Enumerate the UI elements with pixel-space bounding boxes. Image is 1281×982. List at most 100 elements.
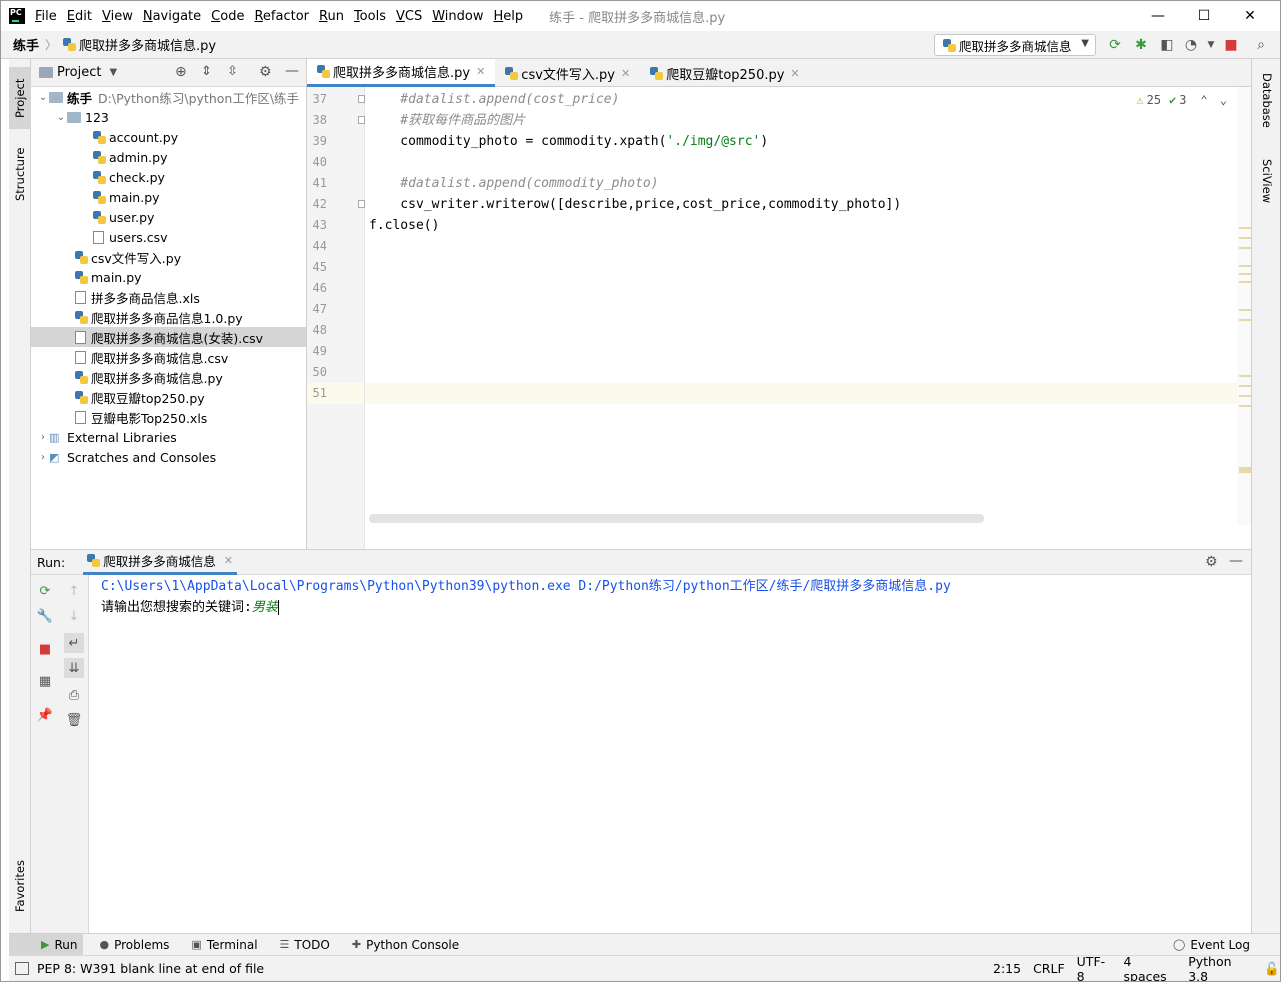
structure-tool-tab[interactable]: Structure (9, 139, 31, 209)
arrow-down-icon[interactable]: ↓ (66, 608, 82, 624)
warning-marker[interactable] (1239, 319, 1251, 321)
profile-icon[interactable]: ◔ (1183, 37, 1199, 53)
chevron-down-icon[interactable]: ▼ (1203, 37, 1219, 53)
tab-editor-active[interactable]: 爬取拼多多商城信息.py ✕ (307, 59, 496, 87)
debug-icon[interactable]: ✱ (1133, 37, 1149, 53)
expand-all-icon[interactable]: ⇕ (201, 64, 212, 79)
tree-item-file[interactable]: users.csv (31, 227, 306, 247)
menu-help[interactable]: Help (494, 9, 524, 24)
lock-icon[interactable]: 🔓 (1264, 961, 1280, 977)
locate-icon[interactable]: ⊕ (175, 64, 187, 80)
tree-item-file[interactable]: check.py (31, 167, 306, 187)
warning-marker[interactable] (1239, 265, 1251, 267)
close-window-button[interactable]: ✕ (1227, 1, 1273, 31)
warning-marker[interactable] (1239, 405, 1251, 407)
close-tab-icon[interactable]: ✕ (224, 554, 233, 567)
gear-icon[interactable]: ⚙ (1205, 554, 1218, 570)
warning-marker[interactable] (1239, 281, 1251, 283)
warning-marker[interactable] (1239, 273, 1251, 275)
menu-edit[interactable]: Edit (67, 9, 92, 24)
project-tool-tab[interactable]: Project (9, 67, 31, 129)
hide-icon[interactable]: — (285, 63, 299, 79)
warning-marker[interactable] (1239, 467, 1251, 473)
tab-run-session[interactable]: 爬取拼多多商城信息 ✕ (83, 549, 237, 575)
tree-item-file[interactable]: 爬取拼多多商城信息.py (31, 367, 306, 387)
fold-marker-icon[interactable] (358, 200, 365, 208)
search-icon[interactable]: ⌕ (1253, 37, 1269, 53)
terminal-tool-tab[interactable]: ▣ Terminal (191, 938, 257, 952)
python-console-tool-tab[interactable]: ✚ Python Console (352, 938, 459, 952)
rerun-icon[interactable]: ⟳ (1107, 37, 1123, 53)
project-view-select[interactable]: Project (57, 65, 101, 80)
tree-item-scratches[interactable]: › ◩ Scratches and Consoles (31, 447, 306, 467)
tree-item-file[interactable]: account.py (31, 127, 306, 147)
arrow-up-icon[interactable]: ↑ (66, 583, 82, 599)
menu-window[interactable]: Window (432, 9, 483, 24)
pin-icon[interactable]: 📌 (37, 707, 53, 723)
maximize-button[interactable]: ☐ (1181, 1, 1227, 31)
menu-code[interactable]: Code (211, 9, 244, 24)
warning-marker[interactable] (1239, 237, 1251, 239)
error-stripe[interactable] (1237, 87, 1251, 525)
tree-root[interactable]: ⌄ 练手 D:\Python练习\python工作区\练手 (31, 87, 306, 107)
run-console[interactable]: C:\Users\1\AppData\Local\Programs\Python… (89, 575, 1251, 933)
line-separator[interactable]: CRLF (1033, 961, 1065, 976)
tree-item-file[interactable]: user.py (31, 207, 306, 227)
code-editor[interactable]: #datalist.append(cost_price) #获取每件商品的图片 … (365, 87, 1241, 549)
menu-refactor[interactable]: Refactor (254, 9, 309, 24)
todo-tool-tab[interactable]: ☰ TODO (280, 938, 330, 952)
tree-item-file[interactable]: 爬取拼多多商品信息1.0.py (31, 307, 306, 327)
print-icon[interactable]: ⎙ (66, 687, 82, 703)
fold-marker-icon[interactable] (358, 95, 365, 103)
wrench-icon[interactable]: 🔧 (37, 608, 53, 624)
collapse-all-icon[interactable]: ⇳ (227, 64, 238, 79)
tool-windows-icon[interactable] (15, 962, 29, 975)
chevron-down-icon[interactable]: ▼ (109, 67, 117, 78)
tree-item-file[interactable]: 拼多多商品信息.xls (31, 287, 306, 307)
stop-icon[interactable]: ■ (1223, 37, 1239, 53)
problems-tool-tab[interactable]: ● Problems (99, 938, 169, 952)
caret-position[interactable]: 2:15 (993, 961, 1021, 976)
tree-item-file[interactable]: 豆瓣电影Top250.xls (31, 407, 306, 427)
menu-file[interactable]: File (35, 9, 57, 24)
tree-item-file[interactable]: main.py (31, 267, 306, 287)
warning-marker[interactable] (1239, 395, 1251, 397)
tab-editor[interactable]: 爬取豆瓣top250.py ✕ (640, 59, 809, 87)
run-with-coverage-icon[interactable]: ◧ (1159, 37, 1175, 53)
indent-setting[interactable]: 4 spaces (1124, 954, 1177, 982)
soft-wrap-icon[interactable]: ↵ (64, 633, 84, 653)
tree-item-file[interactable]: 爬取豆瓣top250.py (31, 387, 306, 407)
warning-marker[interactable] (1239, 385, 1251, 387)
warning-marker[interactable] (1239, 227, 1251, 229)
warning-marker[interactable] (1239, 309, 1251, 311)
warning-marker[interactable] (1239, 375, 1251, 377)
warning-marker[interactable] (1239, 247, 1251, 249)
horizontal-scrollbar[interactable] (369, 514, 984, 523)
python-interpreter[interactable]: Python 3.8 (1188, 954, 1252, 982)
scroll-to-end-icon[interactable]: ⇊ (64, 658, 84, 678)
close-tab-icon[interactable]: ✕ (790, 67, 799, 80)
menu-navigate[interactable]: Navigate (143, 9, 201, 24)
close-tab-icon[interactable]: ✕ (621, 67, 630, 80)
menu-vcs[interactable]: VCS (396, 9, 422, 24)
tree-item-file[interactable]: admin.py (31, 147, 306, 167)
menu-run[interactable]: Run (319, 9, 344, 24)
stop-icon[interactable]: ■ (37, 641, 53, 657)
file-encoding[interactable]: UTF-8 (1077, 954, 1112, 982)
breadcrumb-project[interactable]: 练手 (13, 35, 39, 54)
run-tool-tab[interactable]: ▶ Run (9, 934, 84, 955)
layout-icon[interactable]: ▦ (37, 673, 53, 689)
gear-icon[interactable]: ⚙ (259, 64, 272, 80)
previous-highlight-icon[interactable]: ⌃ (1201, 93, 1208, 107)
tree-item-external-libraries[interactable]: › ▥ External Libraries (31, 427, 306, 447)
menu-tools[interactable]: Tools (354, 9, 386, 24)
sciview-tool-tab[interactable]: SciView (1256, 159, 1278, 219)
close-tab-icon[interactable]: ✕ (476, 65, 485, 78)
minimize-button[interactable]: — (1135, 1, 1181, 31)
trash-icon[interactable]: 🗑 (66, 712, 83, 728)
tree-item-file[interactable]: csv文件写入.py (31, 247, 306, 267)
next-highlight-icon[interactable]: ⌄ (1220, 93, 1227, 107)
run-configuration-select[interactable]: 爬取拼多多商城信息 ▼ (934, 34, 1096, 56)
hide-icon[interactable]: — (1229, 553, 1243, 569)
tree-item-file-selected[interactable]: 爬取拼多多商城信息(女装).csv (31, 327, 306, 347)
